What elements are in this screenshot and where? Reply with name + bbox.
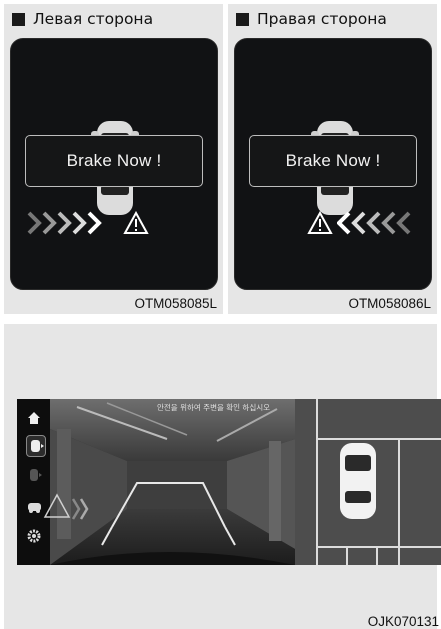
- brake-now-alert: Brake Now !: [25, 135, 203, 187]
- brake-now-alert: Brake Now !: [249, 135, 417, 187]
- left-panel-header: Левая сторона: [12, 10, 153, 28]
- left-panel-title: Левая сторона: [33, 10, 154, 28]
- right-panel-title: Правая сторона: [257, 10, 387, 28]
- camera-overlay-text: 안전을 위하여 주변을 확인 하십시오: [157, 403, 271, 412]
- figure-code: OJK070131: [367, 614, 439, 629]
- right-panel-header: Правая сторона: [236, 10, 387, 28]
- alert-text: Brake Now !: [285, 151, 381, 170]
- car-view-icon[interactable]: [27, 499, 43, 513]
- alert-text: Brake Now !: [66, 151, 162, 170]
- settings-icon[interactable]: [27, 529, 41, 543]
- square-bullet-icon: [12, 12, 25, 26]
- figure-code: OTM058086L: [348, 296, 431, 311]
- chevron-left-icon: [337, 211, 411, 235]
- right-warning-screen: Brake Now !: [234, 38, 432, 290]
- camera-view-panel: 안전을 위하여 주변을 확인 하십시오 OJK070131: [4, 324, 441, 629]
- square-bullet-icon: [236, 12, 249, 26]
- rear-camera-icon[interactable]: [26, 435, 46, 457]
- approach-arrows-left: [27, 209, 149, 237]
- left-side-panel: Левая сторона Brake Now ! OTM058085L: [4, 4, 223, 314]
- left-warning-screen: Brake Now !: [10, 38, 218, 290]
- figure-code: OTM058085L: [134, 296, 217, 311]
- side-camera-icon[interactable]: [27, 467, 43, 483]
- chevron-right-icon: [27, 211, 102, 235]
- camera-scene: [17, 399, 441, 565]
- camera-display: 안전을 위하여 주변을 확인 하십시오: [17, 399, 441, 565]
- approach-arrows-right: [307, 209, 427, 237]
- home-icon[interactable]: [27, 411, 41, 425]
- warning-triangle-icon: [307, 211, 333, 234]
- warning-triangle-icon: [123, 211, 149, 234]
- right-side-panel: Правая сторона Brake Now ! OTM058086L: [228, 4, 437, 314]
